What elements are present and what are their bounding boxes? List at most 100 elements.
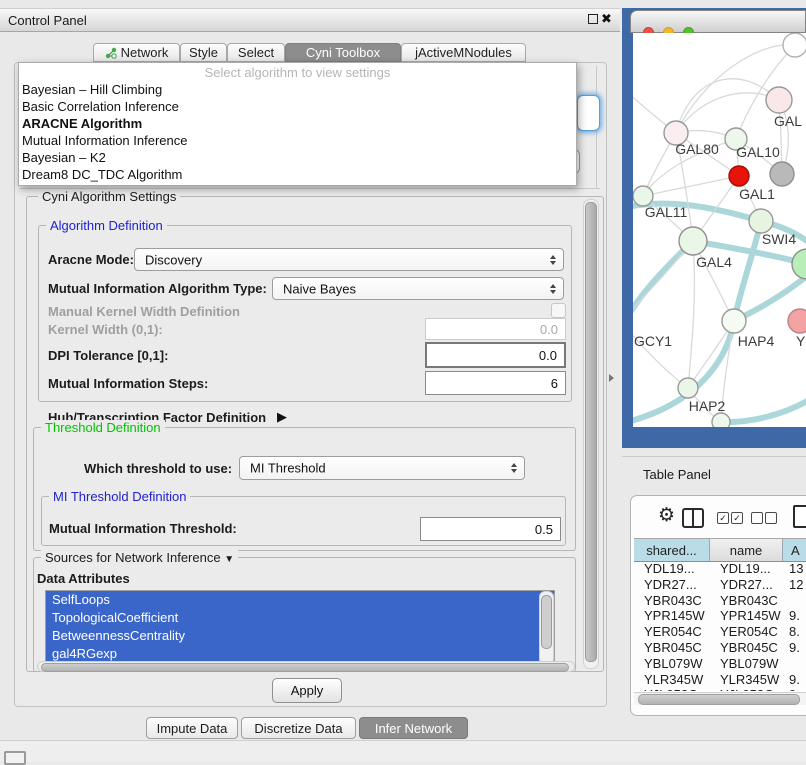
network-edge xyxy=(676,79,779,133)
table-row[interactable]: YBR045CYBR045C9. xyxy=(634,640,806,656)
list-item[interactable]: BetweennessCentrality xyxy=(46,627,554,645)
table-cell: YPR145W xyxy=(720,608,781,624)
unchecked-checkbox-icon[interactable] xyxy=(751,512,763,524)
table-cell: YDL19... xyxy=(720,561,771,577)
splitter-handle-icon[interactable] xyxy=(609,374,614,382)
network-edge xyxy=(633,322,688,388)
collapsed-panel-button[interactable] xyxy=(4,751,26,765)
network-graph: GALGAL80GAL10GAL1GAL11SWI4GAL4GCY1HAP4YH… xyxy=(633,33,806,427)
document-icon[interactable] xyxy=(793,505,806,528)
network-node[interactable] xyxy=(679,227,707,255)
tab-impute-data[interactable]: Impute Data xyxy=(146,717,238,739)
tab-select[interactable]: Select xyxy=(227,43,285,62)
tab-network[interactable]: Network xyxy=(93,43,180,62)
list-item[interactable]: TopologicalCoefficient xyxy=(46,609,554,627)
dropdown-item[interactable]: Dream8 DC_TDC Algorithm xyxy=(22,166,182,183)
dropdown-item[interactable]: Bayesian – Hill Climbing xyxy=(22,81,162,98)
column-header-name[interactable]: name xyxy=(710,539,783,561)
dpi-tolerance-field[interactable]: 0.0 xyxy=(425,342,566,368)
network-node-label: HAP4 xyxy=(738,333,775,349)
dropdown-item[interactable]: Mutual Information Inference xyxy=(22,132,187,149)
table-row[interactable]: YBL079WYBL079W xyxy=(634,656,806,672)
network-node[interactable] xyxy=(766,87,792,113)
table-row[interactable]: YER054CYER054C8. xyxy=(634,624,806,640)
table-row[interactable]: YPR145WYPR145W9. xyxy=(634,608,806,624)
tab-jactivemnodules[interactable]: jActiveMNodules xyxy=(401,43,526,62)
manual-kernel-checkbox[interactable] xyxy=(551,303,566,318)
table-h-scrollbar-thumb[interactable] xyxy=(638,694,800,705)
cyni-algorithm-settings-title: Cyni Algorithm Settings xyxy=(38,189,180,204)
network-node[interactable] xyxy=(722,309,746,333)
tab-style[interactable]: Style xyxy=(180,43,227,62)
column-header-partial[interactable]: A xyxy=(783,539,806,561)
table-row[interactable]: YDL19...YDL19...13 xyxy=(634,561,806,577)
mi-threshold-group-title: MI Threshold Definition xyxy=(49,489,190,504)
dropdown-item[interactable]: Basic Correlation Inference xyxy=(22,98,179,115)
table-cell: YLR345W xyxy=(720,672,779,688)
network-icon xyxy=(105,47,117,59)
table-cell: YBL079W xyxy=(644,656,703,672)
list-scrollbar-thumb[interactable] xyxy=(541,595,552,649)
unchecked-checkbox-icon[interactable] xyxy=(765,512,777,524)
sources-title[interactable]: Sources for Network Inference ▼ xyxy=(41,550,238,565)
column-header-shared[interactable]: shared... xyxy=(634,539,710,561)
stepper-arrows-icon xyxy=(550,284,556,294)
network-node-label: SWI4 xyxy=(762,231,796,247)
network-node[interactable] xyxy=(792,249,806,279)
network-node-label: GAL80 xyxy=(675,141,719,157)
network-node[interactable] xyxy=(633,186,653,206)
dropdown-item[interactable]: Bayesian – K2 xyxy=(22,149,106,166)
table-cell: YJL052C xyxy=(720,687,773,691)
h-scrollbar-thumb[interactable] xyxy=(41,663,569,672)
algorithm-definition-title: Algorithm Definition xyxy=(46,218,167,233)
table-cell: 9. xyxy=(789,640,800,656)
network-node[interactable] xyxy=(783,33,806,57)
manual-kernel-label: Manual Kernel Width Definition xyxy=(48,304,240,319)
network-node[interactable] xyxy=(712,413,730,427)
which-threshold-select[interactable]: MI Threshold xyxy=(239,456,525,480)
table-cell: 13 xyxy=(789,561,803,577)
split-columns-icon[interactable] xyxy=(682,508,704,528)
kernel-width-field[interactable]: 0.0 xyxy=(425,318,566,340)
gear-icon[interactable]: ⚙ xyxy=(658,504,675,527)
mi-steps-field[interactable]: 6 xyxy=(425,371,566,395)
network-window-titlebar[interactable] xyxy=(630,10,806,33)
network-canvas[interactable]: GALGAL80GAL10GAL1GAL11SWI4GAL4GCY1HAP4YH… xyxy=(633,33,806,427)
tab-network-label: Network xyxy=(121,45,169,60)
tab-cyni-toolbox[interactable]: Cyni Toolbox xyxy=(285,43,401,62)
tab-infer-network[interactable]: Infer Network xyxy=(359,717,468,739)
table-row[interactable]: YLR345WYLR345W9. xyxy=(634,672,806,688)
table-cell: YLR345W xyxy=(644,672,703,688)
table-row[interactable]: YDR27...YDR27...12 xyxy=(634,577,806,593)
apply-button[interactable]: Apply xyxy=(272,678,342,703)
control-panel-titlebar: Control Panel xyxy=(0,8,620,32)
network-node[interactable] xyxy=(678,378,698,398)
network-node[interactable] xyxy=(770,162,794,186)
table-cell: YDR27... xyxy=(644,577,697,593)
table-cell: YBR045C xyxy=(644,640,702,656)
table-row[interactable]: YBR043CYBR043C xyxy=(634,593,806,609)
settings-scrollbar-thumb[interactable] xyxy=(585,202,597,662)
network-node[interactable] xyxy=(729,166,749,186)
expander-arrow-icon[interactable]: ▶ xyxy=(277,409,287,425)
network-node[interactable] xyxy=(749,209,773,233)
tab-discretize-data[interactable]: Discretize Data xyxy=(241,717,356,739)
checked-checkbox-icon[interactable]: ✓ xyxy=(731,512,743,524)
close-icon[interactable]: ✖ xyxy=(601,11,612,27)
table-panel-divider xyxy=(622,456,806,457)
checked-checkbox-icon[interactable]: ✓ xyxy=(717,512,729,524)
float-window-icon[interactable] xyxy=(588,14,598,24)
list-item[interactable]: SelfLoops xyxy=(46,591,554,609)
network-node-label: HAP2 xyxy=(689,398,726,414)
data-attributes-label: Data Attributes xyxy=(37,571,130,586)
mi-threshold-field[interactable]: 0.5 xyxy=(420,517,561,541)
table-header: shared... name A xyxy=(634,538,806,562)
mi-type-select[interactable]: Naive Bayes xyxy=(272,277,564,300)
algorithm-combo-fragment[interactable] xyxy=(577,95,600,131)
dropdown-item-selected[interactable]: ARACNE Algorithm xyxy=(22,115,142,132)
table-row[interactable]: YJL052CYJL052C9. xyxy=(634,687,806,691)
data-attributes-list[interactable]: SelfLoops TopologicalCoefficient Between… xyxy=(45,590,555,666)
aracne-mode-select[interactable]: Discovery xyxy=(134,248,564,271)
network-node-label: GAL11 xyxy=(645,204,688,220)
network-node[interactable] xyxy=(788,309,806,333)
